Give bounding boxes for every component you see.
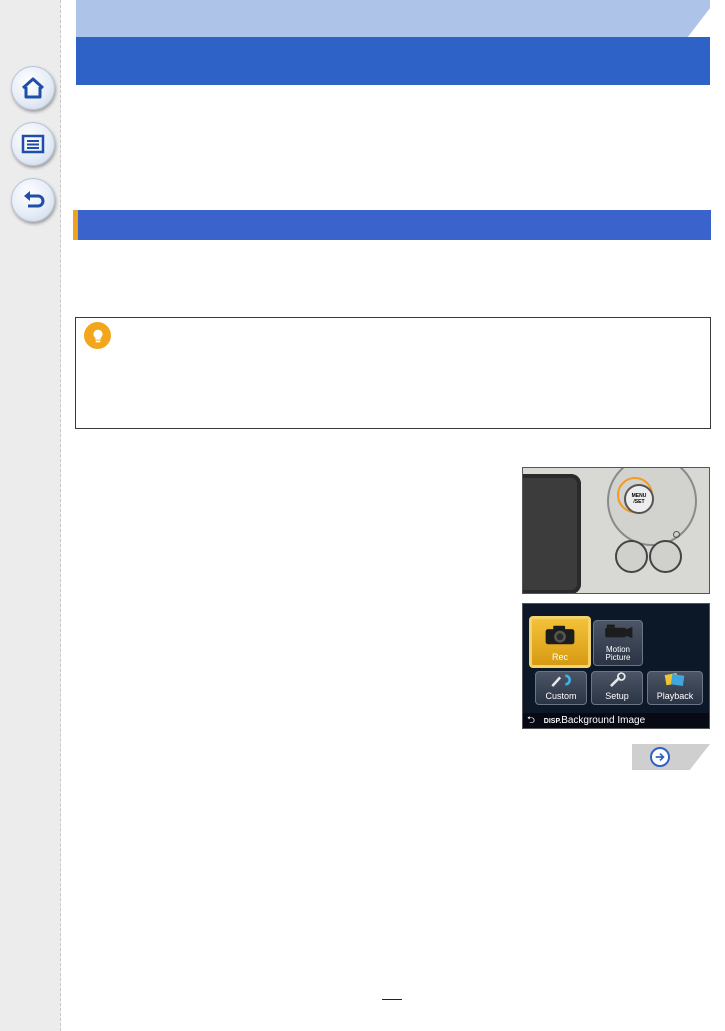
menu-tile-motion-picture-label: Motion Picture [605, 645, 631, 662]
camera-back-image: MENU /SET [522, 467, 710, 594]
camera-icon [545, 625, 575, 645]
arrow-right-icon [650, 747, 670, 767]
wrench-icon [610, 672, 626, 687]
contents-button[interactable] [11, 122, 55, 166]
menu-tile-custom: Custom [535, 671, 587, 705]
menu-tile-rec: Rec [529, 616, 591, 668]
tip-box [75, 317, 711, 429]
page-number-underline [382, 999, 402, 1000]
custom-wrench-icon [551, 674, 571, 687]
disp-label: DISP. [543, 718, 562, 725]
menu-screen-image: Rec Motion Picture Custom Setup Playback… [522, 603, 710, 729]
home-icon [21, 77, 45, 99]
camera-lcd-screen [523, 474, 581, 593]
menu-tile-rec-label: Rec [551, 652, 568, 662]
header-light-band [76, 0, 710, 37]
menu-tile-custom-label: Custom [545, 691, 577, 701]
camera-button-right [649, 540, 682, 573]
section-heading-bar [73, 210, 711, 240]
sidebar [0, 0, 61, 1031]
menu-tile-setup: Setup [591, 671, 643, 705]
menu-tile-playback: Playback [647, 671, 703, 705]
lightbulb-icon [84, 322, 111, 349]
camera-indicator-dot [673, 531, 680, 538]
back-symbol-icon: ⮌ [527, 715, 536, 726]
menu-tile-motion-picture: Motion Picture [593, 620, 643, 666]
menu-tile-playback-label: Playback [656, 691, 694, 701]
menu-set-button: MENU /SET [624, 484, 654, 514]
menu-tile-setup-label: Setup [605, 691, 629, 701]
next-page-button[interactable] [632, 744, 710, 770]
photos-icon [664, 672, 685, 686]
header-title-bar [76, 37, 710, 85]
camera-button-left [615, 540, 648, 573]
contents-list-icon [21, 134, 45, 154]
home-button[interactable] [11, 66, 55, 110]
back-arrow-icon [24, 191, 45, 208]
footer-text: Background Image [561, 715, 646, 726]
menu-footer: ⮌ DISP.Background Image [523, 713, 709, 728]
video-camera-icon [605, 624, 633, 639]
back-button[interactable] [11, 178, 55, 222]
